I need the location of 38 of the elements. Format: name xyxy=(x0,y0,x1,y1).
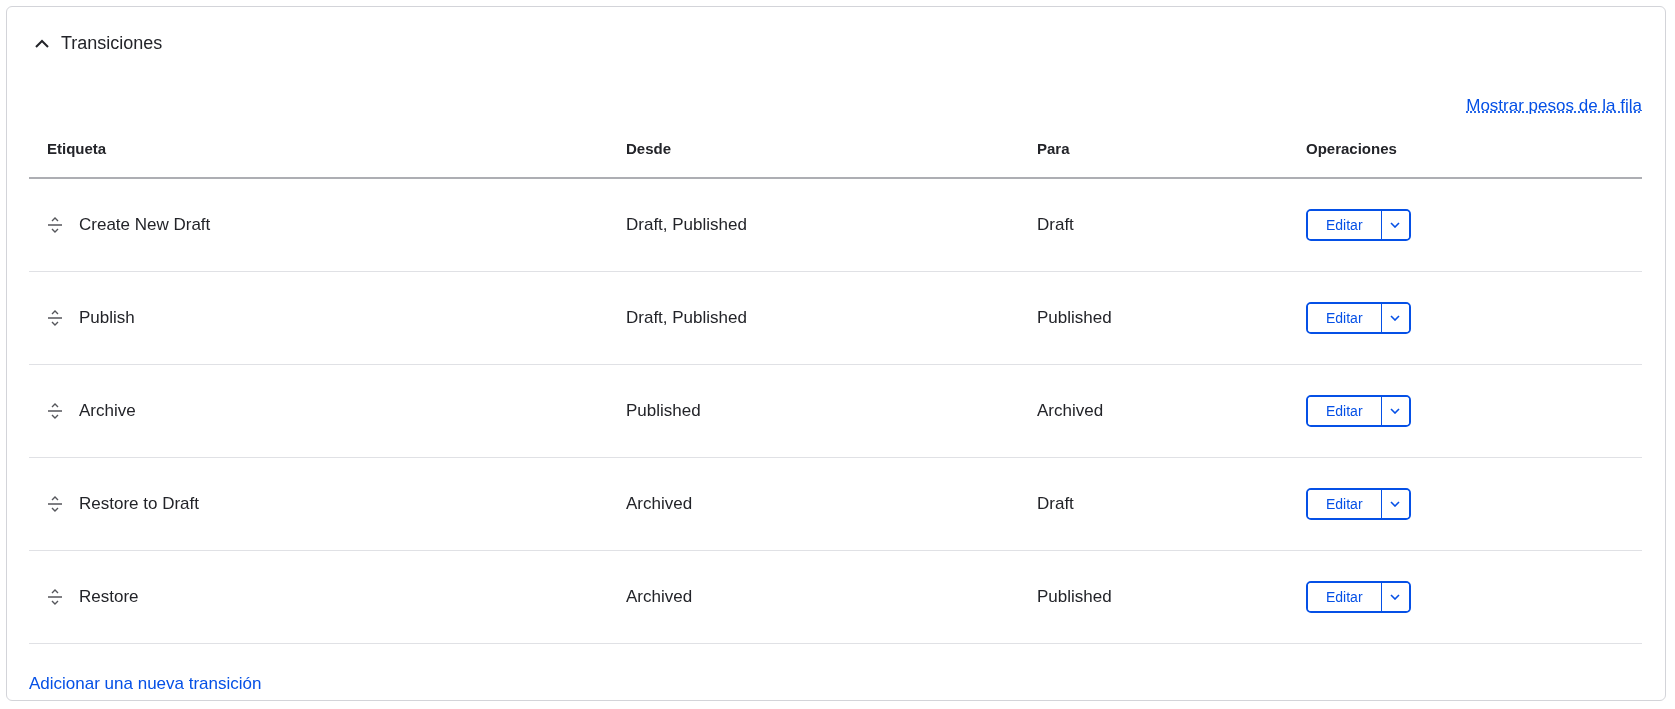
drag-handle-icon[interactable] xyxy=(47,588,63,606)
transition-label: Publish xyxy=(79,308,135,328)
drag-handle-icon[interactable] xyxy=(47,216,63,234)
table-cell: Draft, Published xyxy=(626,272,1037,365)
column-header: Operaciones xyxy=(1306,126,1642,179)
table-cell: Draft, Published xyxy=(626,179,1037,272)
transition-label: Create New Draft xyxy=(79,215,211,235)
table-cell: Archived xyxy=(626,551,1037,644)
table-cell: Draft xyxy=(1037,179,1306,272)
transition-label: Restore to Draft xyxy=(79,494,199,514)
section-toggle[interactable]: Transiciones xyxy=(29,7,163,54)
table-cell: Published xyxy=(1037,272,1306,365)
caret-icon xyxy=(1390,315,1401,321)
transition-label: Archive xyxy=(79,401,136,421)
dropdown-toggle[interactable] xyxy=(1380,490,1409,518)
caret-icon xyxy=(1390,222,1401,228)
caret-icon xyxy=(1390,594,1401,600)
drag-handle-icon[interactable] xyxy=(47,309,63,327)
table-cell: Published xyxy=(626,365,1037,458)
dropdown-toggle[interactable] xyxy=(1380,304,1409,332)
transition-label: Restore xyxy=(79,587,139,607)
column-header: Desde xyxy=(626,126,1037,179)
table-cell: Archived xyxy=(1037,365,1306,458)
drag-handle-icon[interactable] xyxy=(47,402,63,420)
caret-icon xyxy=(1390,501,1401,507)
table-cell: Archived xyxy=(626,458,1037,551)
caret-icon xyxy=(1390,408,1401,414)
chevron-icon xyxy=(35,39,49,48)
drag-handle-icon[interactable] xyxy=(47,495,63,513)
table-cell: Published xyxy=(1037,551,1306,644)
dropdown-toggle[interactable] xyxy=(1380,397,1409,425)
column-header: Para xyxy=(1037,126,1306,179)
dropdown-toggle[interactable] xyxy=(1380,211,1409,239)
dropdown-toggle[interactable] xyxy=(1380,583,1409,611)
add-transition-link[interactable]: Adicionar una nueva transición xyxy=(29,674,262,694)
column-header: Etiqueta xyxy=(29,126,626,179)
table-cell: Draft xyxy=(1037,458,1306,551)
row-weights-link[interactable]: Mostrar pesos de la fila xyxy=(1466,96,1642,116)
